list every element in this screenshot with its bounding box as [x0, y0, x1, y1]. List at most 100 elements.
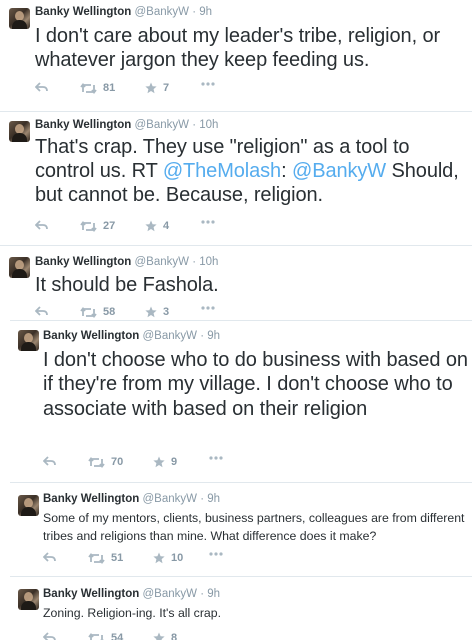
- separator: ·: [200, 493, 205, 505]
- tweet-header: Banky Wellington @BankyW · 9h: [43, 330, 220, 342]
- favorite-button[interactable]: 9: [153, 456, 177, 468]
- reply-icon: [35, 306, 48, 316]
- more-button[interactable]: [201, 82, 215, 86]
- tweet-text: I don't care about my leader's tribe, re…: [35, 24, 465, 73]
- retweet-count: 81: [103, 82, 116, 94]
- avatar[interactable]: [18, 330, 39, 351]
- favorite-count: 3: [163, 306, 170, 318]
- avatar[interactable]: [9, 121, 30, 142]
- author-handle[interactable]: @BankyW: [134, 256, 189, 268]
- author-handle[interactable]: @BankyW: [142, 588, 197, 600]
- retweet-count: 54: [111, 632, 124, 640]
- favorite-button[interactable]: 3: [145, 306, 169, 318]
- author-handle[interactable]: @BankyW: [134, 6, 189, 18]
- star-icon: [145, 220, 157, 232]
- tweet-actions: 58 3: [35, 306, 255, 320]
- tweet-text-part: I don't care about my leader's tribe, re…: [35, 25, 441, 72]
- tweet-header: Banky Wellington @BankyW · 10h: [35, 119, 218, 131]
- tweet-header: Banky Wellington @BankyW · 9h: [43, 588, 220, 600]
- retweet-button[interactable]: 51: [88, 552, 123, 564]
- more-button[interactable]: [201, 306, 215, 310]
- tweet-6: Banky Wellington @BankyW · 9h Zoning. Re…: [10, 577, 472, 640]
- reply-button[interactable]: [43, 456, 56, 466]
- tweet-text-part: :: [281, 159, 292, 182]
- retweet-button[interactable]: 58: [80, 306, 115, 318]
- more-icon: [209, 456, 223, 460]
- author-name[interactable]: Banky Wellington: [43, 330, 139, 342]
- reply-icon: [43, 632, 56, 640]
- retweet-icon: [80, 306, 97, 318]
- reply-button[interactable]: [35, 220, 48, 230]
- retweet-icon: [88, 456, 105, 468]
- tweet-text-part: Zoning. Religion-ing. It's all crap.: [43, 606, 222, 620]
- author-name[interactable]: Banky Wellington: [43, 493, 139, 505]
- author-handle[interactable]: @BankyW: [134, 119, 189, 131]
- timestamp[interactable]: 9h: [207, 588, 220, 600]
- favorite-button[interactable]: 4: [145, 220, 169, 232]
- tweet-3: Banky Wellington @BankyW · 10h It should…: [0, 246, 472, 320]
- timestamp[interactable]: 9h: [207, 493, 220, 505]
- reply-button[interactable]: [35, 306, 48, 316]
- tweet-text-part: I don't choose who to do business with b…: [43, 349, 468, 420]
- retweet-button[interactable]: 54: [88, 632, 123, 640]
- star-icon: [153, 632, 165, 640]
- tweet-header: Banky Wellington @BankyW · 10h: [35, 256, 218, 268]
- separator: ·: [200, 330, 205, 342]
- author-name[interactable]: Banky Wellington: [35, 119, 131, 131]
- favorite-button[interactable]: 8: [153, 632, 177, 640]
- reply-button[interactable]: [43, 552, 56, 562]
- more-button[interactable]: [201, 220, 215, 224]
- retweet-button[interactable]: 70: [88, 456, 123, 468]
- retweet-count: 58: [103, 306, 116, 318]
- avatar[interactable]: [18, 589, 39, 610]
- tweet-actions: 70 9: [43, 456, 263, 470]
- more-button[interactable]: [209, 456, 223, 460]
- tweet-header: Banky Wellington @BankyW · 9h: [35, 6, 212, 18]
- star-icon: [145, 306, 157, 318]
- timestamp[interactable]: 10h: [199, 256, 218, 268]
- avatar[interactable]: [9, 8, 30, 29]
- tweet-actions: 54 8: [43, 632, 263, 640]
- timestamp[interactable]: 9h: [199, 6, 212, 18]
- separator: ·: [200, 588, 205, 600]
- favorite-button[interactable]: 7: [145, 82, 169, 94]
- separator: ·: [192, 6, 197, 18]
- favorite-button[interactable]: 10: [153, 552, 183, 564]
- mention-link[interactable]: @BankyW: [292, 160, 386, 182]
- favorite-count: 7: [163, 82, 170, 94]
- author-name[interactable]: Banky Wellington: [35, 6, 131, 18]
- avatar[interactable]: [18, 495, 39, 516]
- reply-button[interactable]: [35, 82, 48, 92]
- more-icon: [201, 82, 215, 86]
- retweet-icon: [80, 82, 97, 94]
- tweet-text-part: It should be Fashola.: [35, 274, 219, 296]
- favorite-count: 8: [171, 632, 178, 640]
- retweet-count: 27: [103, 220, 116, 232]
- author-handle[interactable]: @BankyW: [142, 330, 197, 342]
- more-button[interactable]: [209, 552, 223, 556]
- author-name[interactable]: Banky Wellington: [43, 588, 139, 600]
- author-handle[interactable]: @BankyW: [142, 493, 197, 505]
- mention-link[interactable]: @TheMolash: [163, 160, 281, 182]
- tweet-5: Banky Wellington @BankyW · 9h Some of my…: [10, 483, 472, 575]
- reply-button[interactable]: [43, 632, 56, 640]
- timestamp[interactable]: 10h: [199, 119, 218, 131]
- reply-icon: [43, 456, 56, 466]
- author-name[interactable]: Banky Wellington: [35, 256, 131, 268]
- tweet-1: Banky Wellington @BankyW · 9h I don't ca…: [0, 0, 472, 106]
- tweet-text: It should be Fashola.: [35, 273, 465, 297]
- star-icon: [145, 82, 157, 94]
- retweet-button[interactable]: 27: [80, 220, 115, 232]
- separator: ·: [192, 119, 197, 131]
- favorite-count: 4: [163, 220, 170, 232]
- timestamp[interactable]: 9h: [207, 330, 220, 342]
- retweet-icon: [88, 632, 105, 640]
- tweet-text: Some of my mentors, clients, business pa…: [43, 510, 468, 546]
- avatar[interactable]: [9, 257, 30, 278]
- tweet-header: Banky Wellington @BankyW · 9h: [43, 493, 220, 505]
- reply-icon: [43, 552, 56, 562]
- tweet-text-part: Some of my mentors, clients, business pa…: [43, 511, 465, 543]
- separator: ·: [192, 256, 197, 268]
- retweet-button[interactable]: 81: [80, 82, 115, 94]
- tweet-text: Zoning. Religion-ing. It's all crap.: [43, 605, 468, 623]
